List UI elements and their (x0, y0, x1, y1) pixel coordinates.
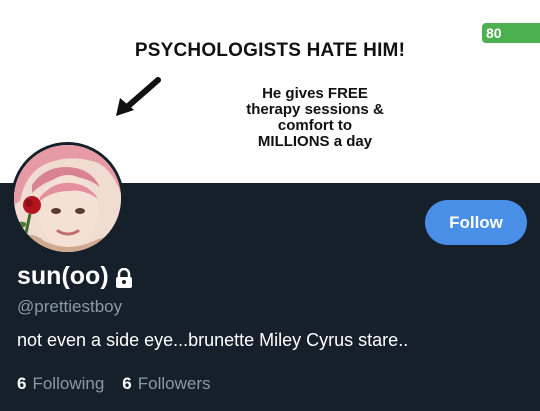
following-label: Following (32, 374, 105, 393)
profile-bio: not even a side eye...brunette Miley Cyr… (17, 330, 409, 350)
lock-icon (115, 267, 132, 288)
following-count: 6 (17, 374, 27, 393)
follow-button[interactable]: Follow (425, 200, 527, 245)
banner-headline-text: PSYCHOLOGISTS HATE HIM! (134, 40, 406, 61)
user-handle: @prettiestboy (17, 297, 123, 316)
banner-subtext-line: He gives FREE (262, 85, 368, 102)
banner-subtext-line: MILLIONS a day (257, 133, 373, 150)
avatar[interactable] (11, 142, 124, 255)
profile-stats: 6 Following 6 Followers (17, 374, 211, 394)
name-row: sun(oo) (17, 262, 133, 291)
banner-subtext-line: comfort to (277, 117, 353, 134)
following-stat[interactable]: 6 Following (17, 374, 104, 394)
followers-label: Followers (137, 374, 211, 393)
display-name: sun(oo) (17, 262, 109, 290)
arrow-icon (116, 77, 161, 116)
followers-count: 6 (122, 374, 132, 393)
banner-subtext-line: therapy sessions & (246, 101, 384, 118)
followers-stat[interactable]: 6 Followers (122, 374, 210, 394)
banner-headline: PSYCHOLOGISTS HATE HIM! (0, 40, 540, 62)
banner-subtext: He gives FREE therapy sessions & comfort… (230, 86, 400, 150)
avatar-photo (14, 145, 121, 252)
